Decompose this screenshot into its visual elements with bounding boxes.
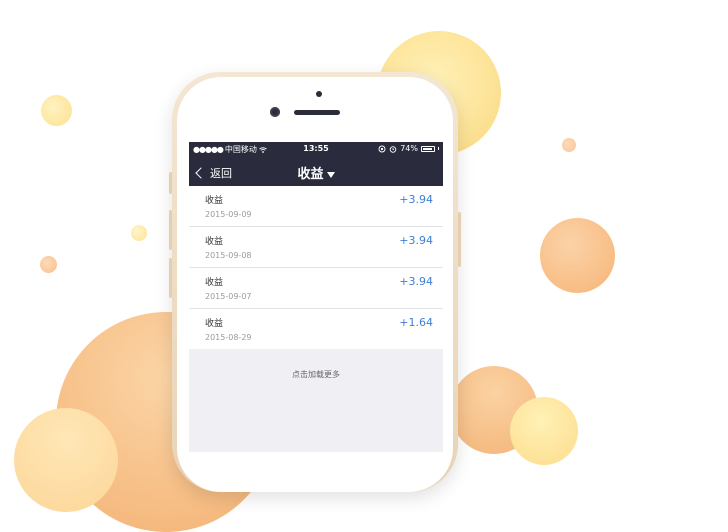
load-more-button[interactable]: 点击加载更多	[189, 349, 443, 380]
battery-percent: 74%	[400, 144, 418, 153]
item-title: 收益	[205, 237, 224, 247]
decor-circle-peach-dot	[562, 138, 576, 152]
battery-tip	[438, 147, 439, 150]
volume-down-button	[169, 258, 172, 298]
proximity-sensor	[316, 91, 322, 97]
status-bar: ●●●●● 中国移动 13:55 74%	[189, 142, 443, 157]
list-item[interactable]: 收益 2015-09-09 +3.94	[189, 186, 443, 227]
item-amount: +1.64	[399, 316, 433, 329]
item-date: 2015-09-09	[205, 210, 252, 219]
decor-circle-yellow-bottom	[510, 397, 578, 465]
rotation-lock-icon	[378, 145, 386, 152]
caret-down-icon	[326, 171, 335, 178]
list-item[interactable]: 收益 2015-08-29 +1.64	[189, 309, 443, 349]
item-title: 收益	[205, 196, 224, 206]
item-amount: +3.94	[399, 193, 433, 206]
list-item[interactable]: 收益 2015-09-08 +3.94	[189, 227, 443, 268]
front-camera	[270, 107, 280, 117]
earnings-list: 收益 2015-09-09 +3.94 收益 2015-09-08 +3.94 …	[189, 186, 443, 349]
item-title: 收益	[205, 278, 224, 288]
item-title: 收益	[205, 319, 224, 329]
item-date: 2015-09-07	[205, 292, 252, 301]
page-title-dropdown[interactable]: 收益	[189, 163, 443, 182]
decor-circle-orange-right	[540, 218, 615, 293]
decor-circle-yellow-tiny	[131, 225, 147, 241]
page-title: 收益	[297, 167, 324, 182]
app-screen: ●●●●● 中国移动 13:55 74% 返回 收益 收益 2015-09-09…	[189, 142, 443, 452]
power-button	[458, 212, 461, 267]
item-date: 2015-08-29	[205, 333, 252, 342]
volume-up-button	[169, 210, 172, 250]
list-item[interactable]: 收益 2015-09-07 +3.94	[189, 268, 443, 309]
mute-switch	[169, 172, 172, 194]
earpiece-speaker	[294, 110, 340, 115]
item-amount: +3.94	[399, 275, 433, 288]
item-date: 2015-09-08	[205, 251, 252, 260]
decor-circle-peach-small	[40, 256, 57, 273]
battery-icon	[421, 145, 435, 152]
item-amount: +3.94	[399, 234, 433, 247]
navigation-bar: 返回 收益	[189, 157, 443, 186]
alarm-icon	[389, 145, 397, 153]
decor-circle-yellow-bottom-left	[14, 408, 118, 512]
decor-circle-yellow-small	[41, 95, 72, 126]
